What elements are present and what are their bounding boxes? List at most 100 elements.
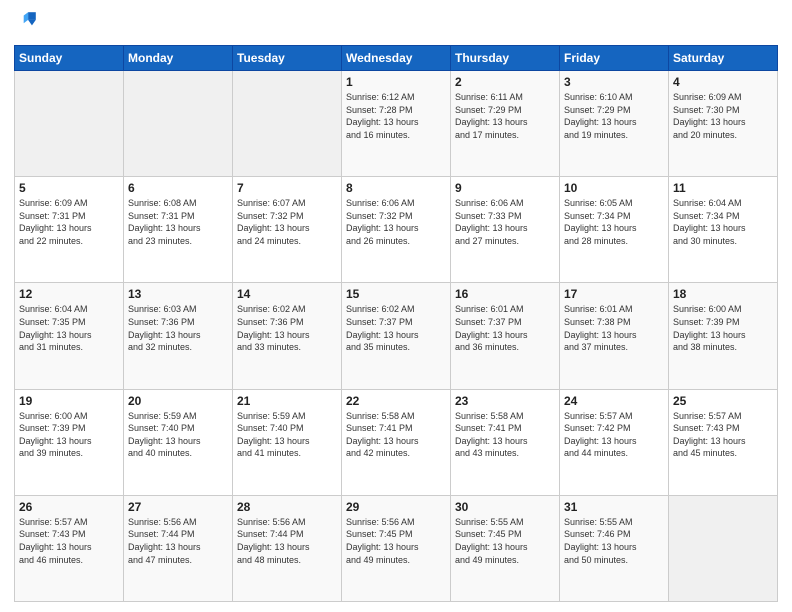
day-info: Sunrise: 6:01 AM Sunset: 7:38 PM Dayligh…	[564, 303, 664, 353]
week-row-4: 26Sunrise: 5:57 AM Sunset: 7:43 PM Dayli…	[15, 495, 778, 601]
day-cell: 12 Sunrise: 6:04 AM Sunset: 7:35 PM Dayli…	[15, 283, 124, 389]
week-row-3: 19 Sunrise: 6:00 AM Sunset: 7:39 PM Dayli…	[15, 389, 778, 495]
day-info: Sunrise: 5:58 AM Sunset: 7:41 PM Dayligh…	[346, 410, 446, 460]
day-cell: 9 Sunrise: 6:06 AM Sunset: 7:33 PM Daylig…	[451, 177, 560, 283]
day-number: 11	[673, 181, 773, 195]
logo-icon	[16, 10, 38, 32]
day-number: 3	[564, 75, 664, 89]
day-number: 20	[128, 394, 228, 408]
col-header-saturday: Saturday	[669, 46, 778, 71]
day-number: 1	[346, 75, 446, 89]
day-cell: 22 Sunrise: 5:58 AM Sunset: 7:41 PM Dayli…	[342, 389, 451, 495]
day-cell	[15, 71, 124, 177]
col-header-sunday: Sunday	[15, 46, 124, 71]
day-info: Sunrise: 6:00 AM Sunset: 7:39 PM Dayligh…	[673, 303, 773, 353]
header-row: SundayMondayTuesdayWednesdayThursdayFrid…	[15, 46, 778, 71]
calendar-page: SundayMondayTuesdayWednesdayThursdayFrid…	[0, 0, 792, 612]
day-number: 5	[19, 181, 119, 195]
day-number: 19	[19, 394, 119, 408]
day-number: 23	[455, 394, 555, 408]
day-info: Sunrise: 5:55 AM Sunset: 7:46 PM Dayligh…	[564, 516, 664, 566]
day-cell: 26Sunrise: 5:57 AM Sunset: 7:43 PM Dayli…	[15, 495, 124, 601]
day-cell: 11 Sunrise: 6:04 AM Sunset: 7:34 PM Dayli…	[669, 177, 778, 283]
day-number: 2	[455, 75, 555, 89]
day-cell: 18Sunrise: 6:00 AM Sunset: 7:39 PM Dayli…	[669, 283, 778, 389]
week-row-1: 5 Sunrise: 6:09 AM Sunset: 7:31 PM Daylig…	[15, 177, 778, 283]
day-cell: 13Sunrise: 6:03 AM Sunset: 7:36 PM Dayli…	[124, 283, 233, 389]
day-cell: 15 Sunrise: 6:02 AM Sunset: 7:37 PM Dayli…	[342, 283, 451, 389]
day-cell: 14 Sunrise: 6:02 AM Sunset: 7:36 PM Dayli…	[233, 283, 342, 389]
day-number: 6	[128, 181, 228, 195]
day-cell: 24 Sunrise: 5:57 AM Sunset: 7:42 PM Dayli…	[560, 389, 669, 495]
day-info: Sunrise: 6:02 AM Sunset: 7:36 PM Dayligh…	[237, 303, 337, 353]
day-cell: 2 Sunrise: 6:11 AM Sunset: 7:29 PM Daylig…	[451, 71, 560, 177]
day-info: Sunrise: 6:07 AM Sunset: 7:32 PM Dayligh…	[237, 197, 337, 247]
day-info: Sunrise: 6:06 AM Sunset: 7:32 PM Dayligh…	[346, 197, 446, 247]
day-cell: 28 Sunrise: 5:56 AM Sunset: 7:44 PM Dayli…	[233, 495, 342, 601]
week-row-0: 1Sunrise: 6:12 AM Sunset: 7:28 PM Daylig…	[15, 71, 778, 177]
col-header-wednesday: Wednesday	[342, 46, 451, 71]
day-number: 10	[564, 181, 664, 195]
day-number: 27	[128, 500, 228, 514]
col-header-friday: Friday	[560, 46, 669, 71]
day-info: Sunrise: 5:57 AM Sunset: 7:43 PM Dayligh…	[673, 410, 773, 460]
day-number: 9	[455, 181, 555, 195]
logo	[14, 10, 40, 37]
day-info: Sunrise: 5:59 AM Sunset: 7:40 PM Dayligh…	[128, 410, 228, 460]
col-header-thursday: Thursday	[451, 46, 560, 71]
day-info: Sunrise: 5:57 AM Sunset: 7:42 PM Dayligh…	[564, 410, 664, 460]
day-cell: 21 Sunrise: 5:59 AM Sunset: 7:40 PM Dayli…	[233, 389, 342, 495]
day-number: 28	[237, 500, 337, 514]
day-info: Sunrise: 6:03 AM Sunset: 7:36 PM Dayligh…	[128, 303, 228, 353]
day-number: 24	[564, 394, 664, 408]
day-cell: 30Sunrise: 5:55 AM Sunset: 7:45 PM Dayli…	[451, 495, 560, 601]
day-info: Sunrise: 6:05 AM Sunset: 7:34 PM Dayligh…	[564, 197, 664, 247]
day-cell: 16 Sunrise: 6:01 AM Sunset: 7:37 PM Dayli…	[451, 283, 560, 389]
day-cell: 25 Sunrise: 5:57 AM Sunset: 7:43 PM Dayli…	[669, 389, 778, 495]
day-cell: 7 Sunrise: 6:07 AM Sunset: 7:32 PM Daylig…	[233, 177, 342, 283]
col-header-monday: Monday	[124, 46, 233, 71]
day-number: 26	[19, 500, 119, 514]
day-info: Sunrise: 6:11 AM Sunset: 7:29 PM Dayligh…	[455, 91, 555, 141]
day-cell	[669, 495, 778, 601]
day-number: 21	[237, 394, 337, 408]
day-number: 29	[346, 500, 446, 514]
day-info: Sunrise: 5:56 AM Sunset: 7:44 PM Dayligh…	[128, 516, 228, 566]
day-info: Sunrise: 6:01 AM Sunset: 7:37 PM Dayligh…	[455, 303, 555, 353]
day-cell: 5 Sunrise: 6:09 AM Sunset: 7:31 PM Daylig…	[15, 177, 124, 283]
day-cell: 3 Sunrise: 6:10 AM Sunset: 7:29 PM Daylig…	[560, 71, 669, 177]
day-number: 4	[673, 75, 773, 89]
day-cell: 4Sunrise: 6:09 AM Sunset: 7:30 PM Daylig…	[669, 71, 778, 177]
day-cell	[124, 71, 233, 177]
day-number: 15	[346, 287, 446, 301]
day-info: Sunrise: 6:04 AM Sunset: 7:35 PM Dayligh…	[19, 303, 119, 353]
day-info: Sunrise: 6:00 AM Sunset: 7:39 PM Dayligh…	[19, 410, 119, 460]
day-number: 17	[564, 287, 664, 301]
day-info: Sunrise: 6:09 AM Sunset: 7:31 PM Dayligh…	[19, 197, 119, 247]
day-number: 8	[346, 181, 446, 195]
calendar-table: SundayMondayTuesdayWednesdayThursdayFrid…	[14, 45, 778, 602]
day-cell	[233, 71, 342, 177]
day-number: 14	[237, 287, 337, 301]
day-number: 22	[346, 394, 446, 408]
day-number: 16	[455, 287, 555, 301]
day-info: Sunrise: 6:06 AM Sunset: 7:33 PM Dayligh…	[455, 197, 555, 247]
day-cell: 17 Sunrise: 6:01 AM Sunset: 7:38 PM Dayli…	[560, 283, 669, 389]
day-number: 25	[673, 394, 773, 408]
day-cell: 20 Sunrise: 5:59 AM Sunset: 7:40 PM Dayli…	[124, 389, 233, 495]
day-cell: 19 Sunrise: 6:00 AM Sunset: 7:39 PM Dayli…	[15, 389, 124, 495]
header	[14, 10, 778, 37]
day-cell: 29Sunrise: 5:56 AM Sunset: 7:45 PM Dayli…	[342, 495, 451, 601]
day-info: Sunrise: 5:59 AM Sunset: 7:40 PM Dayligh…	[237, 410, 337, 460]
day-cell: 8 Sunrise: 6:06 AM Sunset: 7:32 PM Daylig…	[342, 177, 451, 283]
day-cell: 10 Sunrise: 6:05 AM Sunset: 7:34 PM Dayli…	[560, 177, 669, 283]
day-info: Sunrise: 6:02 AM Sunset: 7:37 PM Dayligh…	[346, 303, 446, 353]
day-info: Sunrise: 6:04 AM Sunset: 7:34 PM Dayligh…	[673, 197, 773, 247]
day-info: Sunrise: 5:56 AM Sunset: 7:44 PM Dayligh…	[237, 516, 337, 566]
day-number: 30	[455, 500, 555, 514]
day-info: Sunrise: 6:10 AM Sunset: 7:29 PM Dayligh…	[564, 91, 664, 141]
day-cell: 27 Sunrise: 5:56 AM Sunset: 7:44 PM Dayli…	[124, 495, 233, 601]
day-number: 7	[237, 181, 337, 195]
day-number: 12	[19, 287, 119, 301]
day-cell: 1Sunrise: 6:12 AM Sunset: 7:28 PM Daylig…	[342, 71, 451, 177]
